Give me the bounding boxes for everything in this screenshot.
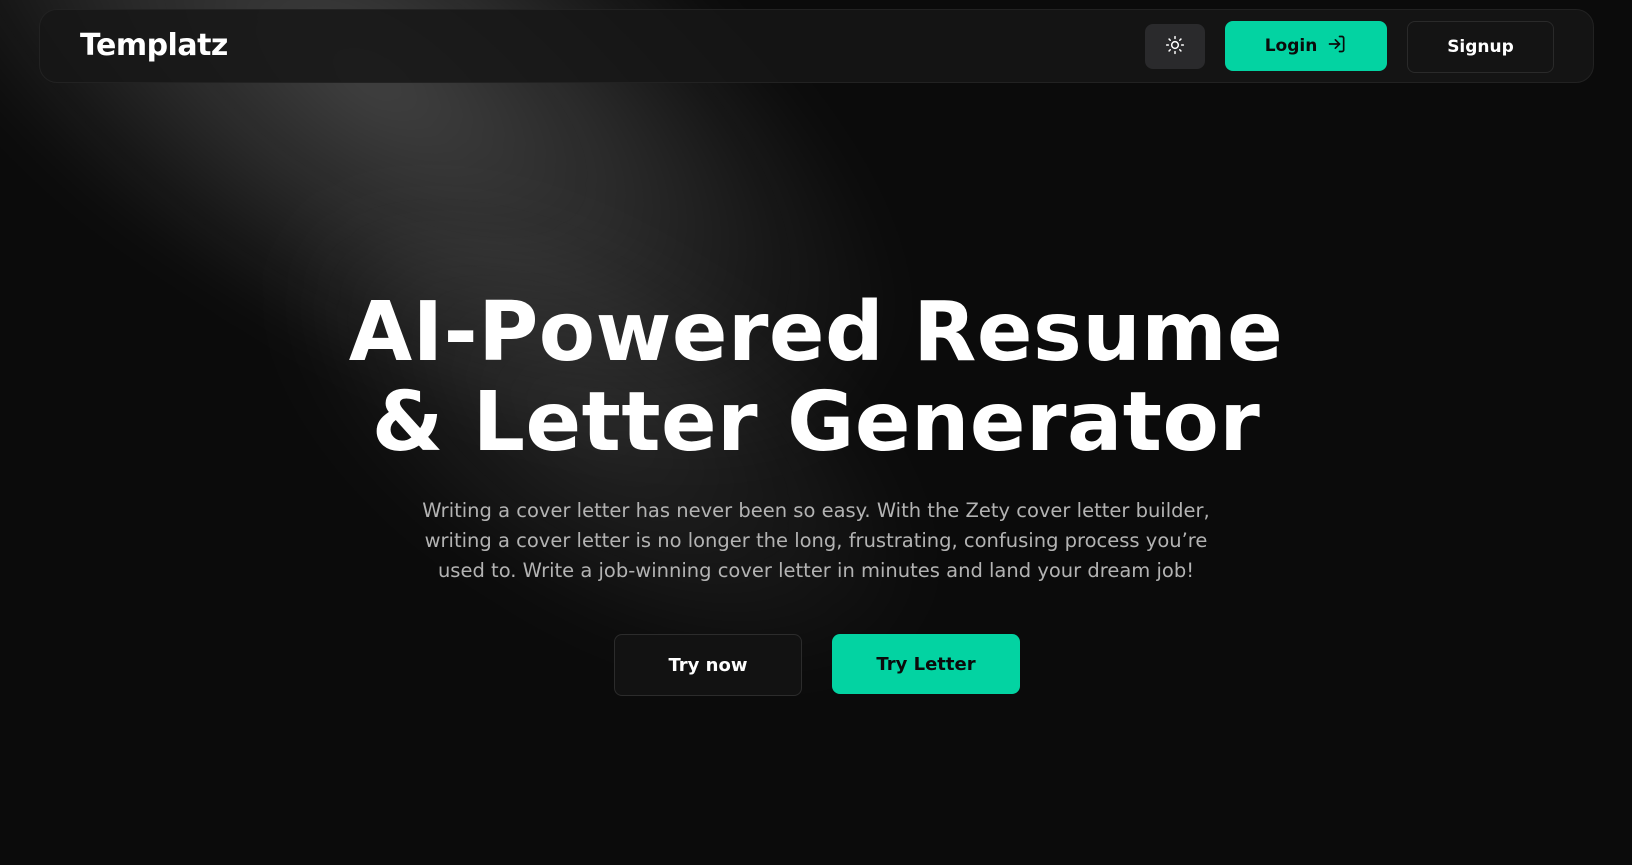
- landing-page: Templatz Login Signup AI-Powered Resume …: [0, 0, 1632, 865]
- hero-section: AI-Powered Resume & Letter Generator Wri…: [0, 288, 1632, 586]
- login-button[interactable]: Login: [1225, 21, 1387, 71]
- cta-button-row: Try now Try Letter: [0, 634, 1632, 696]
- sun-icon: [1165, 35, 1185, 59]
- signup-button[interactable]: Signup: [1407, 21, 1554, 73]
- hero-title-line-2: & Letter Generator: [371, 375, 1261, 470]
- login-label: Login: [1264, 36, 1318, 56]
- theme-toggle-button[interactable]: [1145, 24, 1205, 69]
- hero-title: AI-Powered Resume & Letter Generator: [0, 288, 1632, 468]
- hero-subtitle: Writing a cover letter has never been so…: [422, 499, 1210, 582]
- top-navbar: Templatz Login Signup: [39, 9, 1594, 83]
- brand-logo[interactable]: Templatz: [80, 28, 228, 63]
- login-arrow-icon: [1327, 34, 1347, 59]
- hero-title-line-1: AI-Powered Resume: [348, 285, 1284, 380]
- try-letter-button[interactable]: Try Letter: [832, 634, 1020, 694]
- try-now-button[interactable]: Try now: [614, 634, 802, 696]
